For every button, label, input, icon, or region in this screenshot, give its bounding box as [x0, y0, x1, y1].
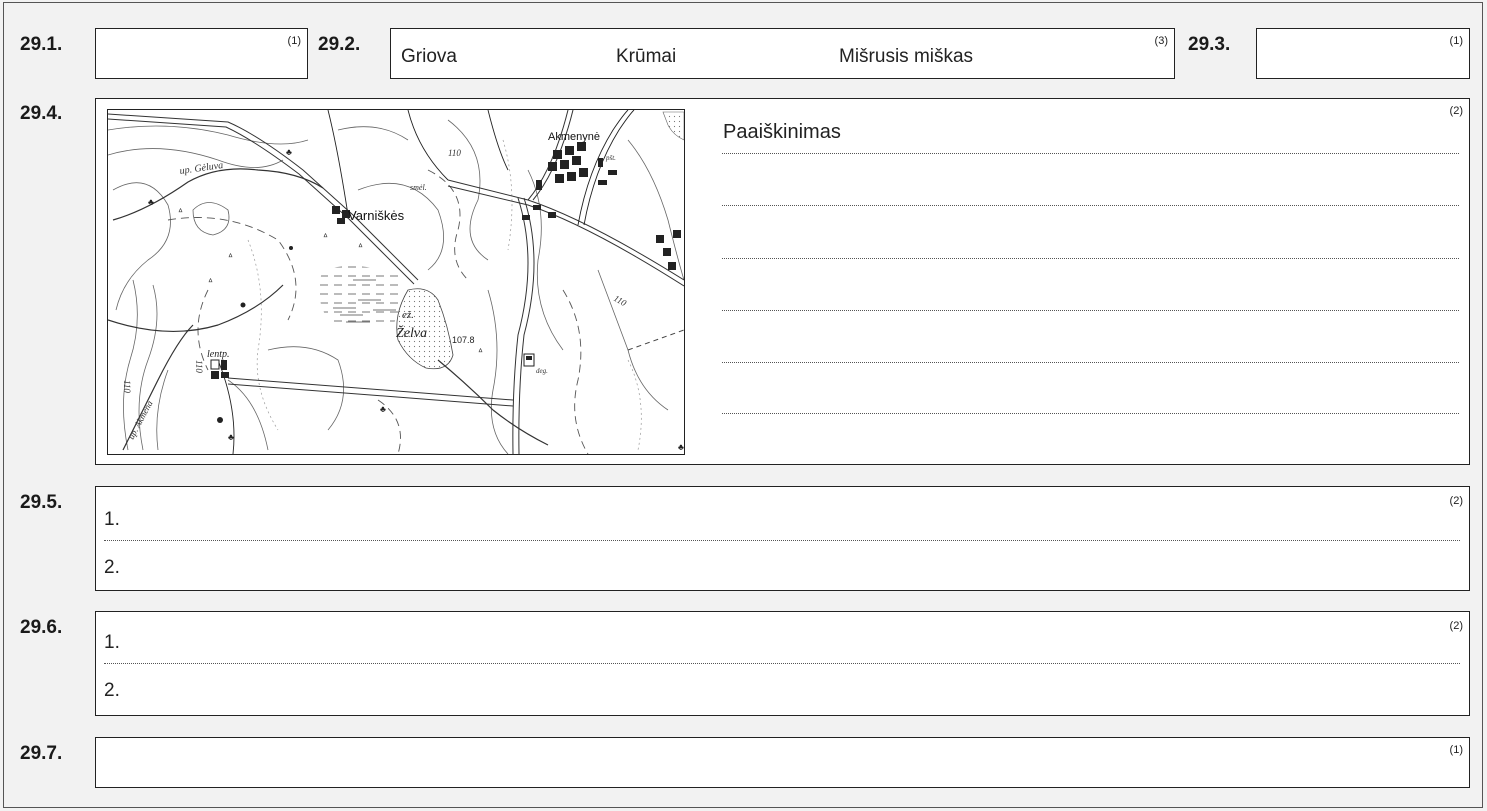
- writing-line[interactable]: [722, 413, 1459, 414]
- answer-box-29-1[interactable]: (1): [95, 28, 308, 79]
- topographic-map: ♣ ♣ ♣ ♣ ♣ ᐞ ᐞ ᐞ ᐞ ᐞ ᐞ ✕ Akmenynė Varniškės up. …: [107, 109, 685, 455]
- writing-line[interactable]: [104, 663, 1460, 664]
- svg-text:ᐞ: ᐞ: [208, 277, 213, 287]
- svg-text:♣: ♣: [286, 147, 292, 157]
- explanation-label: Paaiškinimas: [723, 121, 841, 143]
- map-label-zelva: Želva: [396, 324, 427, 341]
- svg-text:♣: ♣: [380, 404, 386, 414]
- answer-box-29-5[interactable]: (2) 1. 2.: [95, 486, 1470, 591]
- answer-line-1-label: 1.: [104, 509, 120, 530]
- points-label: (2): [1449, 495, 1463, 507]
- svg-text:ᐞ: ᐞ: [228, 252, 233, 262]
- question-number-29-3: 29.3.: [1188, 34, 1231, 55]
- points-label: (3): [1154, 35, 1168, 47]
- question-number-29-1: 29.1.: [20, 34, 63, 55]
- svg-text:ᐞ: ᐞ: [358, 242, 363, 252]
- answer-line-1-label: 1.: [104, 632, 120, 653]
- points-label: (2): [1449, 105, 1463, 117]
- svg-text:♣: ♣: [228, 432, 234, 442]
- map-label-contour: 110: [612, 293, 629, 308]
- question-number-29-5: 29.5.: [20, 492, 63, 513]
- map-label-deg: deg.: [536, 367, 548, 375]
- map-label-contour: 110: [448, 148, 461, 158]
- map-label-contour: 110: [122, 380, 132, 393]
- svg-text:♣: ♣: [678, 442, 684, 452]
- question-number-29-7: 29.7.: [20, 743, 63, 764]
- map-label-lake-prefix: ež.: [402, 309, 414, 321]
- question-number-29-6: 29.6.: [20, 617, 63, 638]
- answer-text-1: Griova: [401, 46, 457, 67]
- svg-text:ᐞ: ᐞ: [178, 207, 183, 217]
- writing-line[interactable]: [722, 362, 1459, 363]
- writing-line[interactable]: [722, 153, 1459, 154]
- map-label-varniskes: Varniškės: [348, 208, 405, 223]
- points-label: (1): [287, 35, 301, 47]
- writing-line[interactable]: [722, 310, 1459, 311]
- map-label-akmenyne: Akmenynė: [548, 131, 600, 143]
- topographic-map-graphic: ♣ ♣ ♣ ♣ ♣ ᐞ ᐞ ᐞ ᐞ ᐞ ᐞ ✕ Akmenynė Varniškės up. …: [108, 110, 684, 454]
- answer-box-29-2[interactable]: Griova Krūmai Mišrusis miškas (3): [390, 28, 1175, 79]
- map-label-pst: pšt.: [605, 154, 616, 162]
- svg-text:ᐞ: ᐞ: [323, 232, 328, 242]
- map-label-elevation: 107.8: [452, 335, 475, 345]
- answer-box-29-3[interactable]: (1): [1256, 28, 1470, 79]
- question-number-29-4: 29.4.: [20, 103, 63, 124]
- answer-box-29-4: (2) Paaiškinimas ♣ ♣ ♣ ♣ ♣ ᐞ ᐞ ᐞ ᐞ ᐞ ᐞ A…: [95, 98, 1470, 465]
- writing-line[interactable]: [722, 258, 1459, 259]
- answer-box-29-6[interactable]: (2) 1. 2.: [95, 611, 1470, 716]
- answer-text-2: Krūmai: [616, 46, 677, 67]
- answer-line-2-label: 2.: [104, 680, 120, 701]
- svg-text:♣: ♣: [148, 197, 154, 207]
- answer-text-3: Mišrusis miškas: [839, 46, 974, 67]
- writing-line[interactable]: [104, 540, 1460, 541]
- map-label-smel: smėl.: [410, 183, 427, 192]
- points-label: (1): [1449, 744, 1463, 756]
- map-label-lentp: lentp.: [207, 349, 230, 360]
- points-label: (1): [1449, 35, 1463, 47]
- map-label-geluva: up. Gėluva: [179, 160, 224, 177]
- answer-line-2-label: 2.: [104, 557, 120, 578]
- svg-text:✕: ✕: [438, 110, 446, 112]
- map-label-contour: 110: [194, 360, 204, 373]
- answer-box-29-7[interactable]: (1): [95, 737, 1470, 788]
- question-number-29-2: 29.2.: [318, 34, 361, 55]
- points-label: (2): [1449, 620, 1463, 632]
- writing-line[interactable]: [722, 205, 1459, 206]
- svg-text:ᐞ: ᐞ: [478, 347, 483, 357]
